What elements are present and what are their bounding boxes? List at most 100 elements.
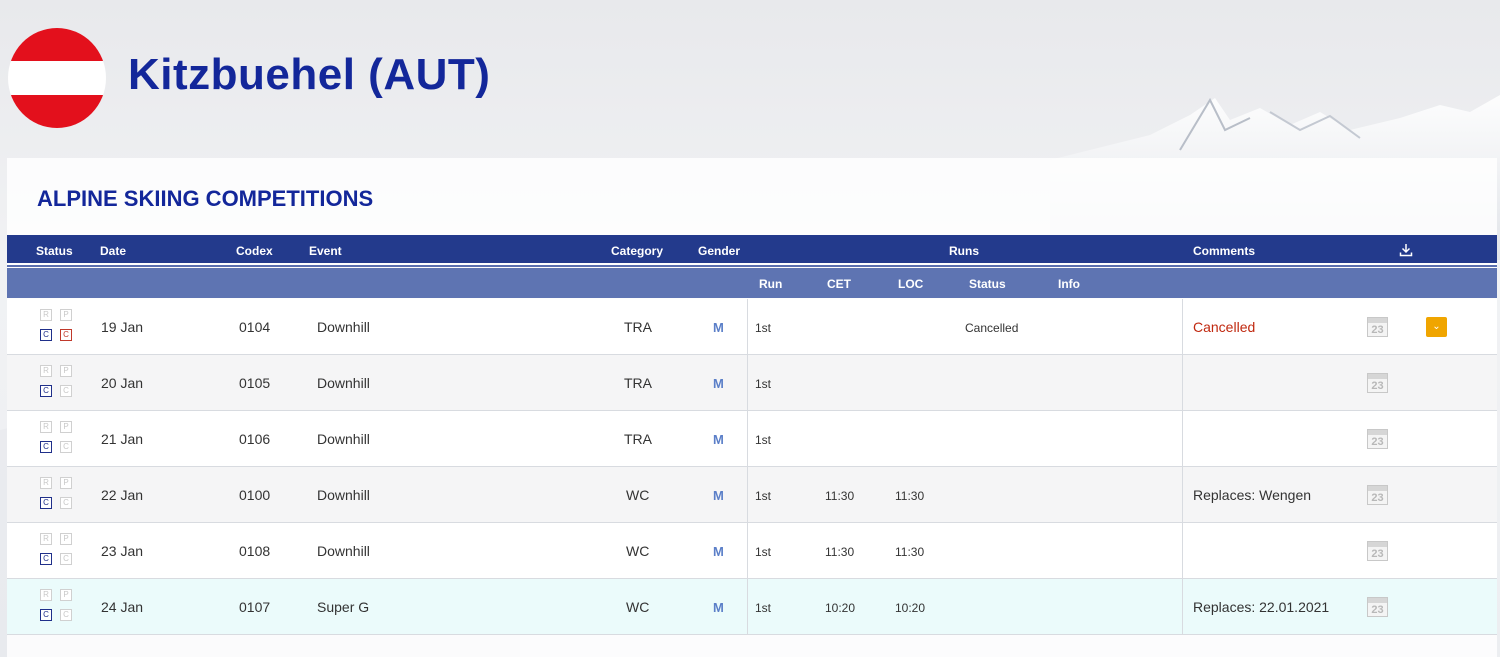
row-codex: 0106 [239, 431, 271, 447]
competition-list: R P C C 19 Jan 0104 Downhill TRA M 1st C… [7, 299, 1497, 635]
calendar-icon[interactable]: 23 [1367, 485, 1388, 505]
status-badge-p: P [60, 309, 72, 321]
header-comments: Comments [1193, 244, 1256, 258]
calendar-day: 23 [1371, 324, 1384, 336]
table-row[interactable]: R P C C 21 Jan 0106 Downhill TRA M 1st 2… [7, 411, 1497, 467]
status-badge-p: P [60, 589, 72, 601]
calendar-icon[interactable]: 23 [1367, 317, 1388, 337]
calendar-icon[interactable]: 23 [1367, 597, 1388, 617]
row-gender: M [713, 320, 724, 335]
status-badge-cancelled: C [60, 609, 72, 621]
status-badge-cancelled: C [60, 497, 72, 509]
chevron-down-icon[interactable]: ⌄ [1426, 317, 1447, 337]
table-row[interactable]: R P C C 22 Jan 0100 Downhill WC M 1st 11… [7, 467, 1497, 523]
status-badge-p: P [60, 421, 72, 433]
row-codex: 0105 [239, 375, 271, 391]
calendar-icon[interactable]: 23 [1367, 541, 1388, 561]
subheader-run: Run [759, 277, 783, 291]
status-badge-r: R [40, 365, 52, 377]
row-run: 1st [755, 433, 772, 447]
row-event[interactable]: Downhill [317, 375, 370, 391]
column-divider [1182, 355, 1183, 411]
status-badge-c: C [40, 329, 52, 341]
status-badge-cancelled: C [60, 329, 72, 341]
row-date: 19 Jan [101, 319, 144, 335]
subheader-cet: CET [827, 277, 851, 291]
row-run: 1st [755, 601, 772, 615]
row-date: 24 Jan [101, 599, 144, 615]
status-badge-cancelled: C [60, 553, 72, 565]
calendar-icon[interactable]: 23 [1367, 429, 1388, 449]
row-codex: 0104 [239, 319, 271, 335]
table-row[interactable]: R P C C 23 Jan 0108 Downhill WC M 1st 11… [7, 523, 1497, 579]
header-category[interactable]: Category [611, 244, 663, 258]
status-badge-c: C [40, 553, 52, 565]
table-row[interactable]: R P C C 24 Jan 0107 Super G WC M 1st 10:… [7, 579, 1497, 635]
column-divider [747, 467, 748, 523]
table-subheader: Run CET LOC Status Info [7, 268, 1497, 298]
status-badge-c: C [40, 441, 52, 453]
row-date: 22 Jan [101, 487, 144, 503]
row-event[interactable]: Downhill [317, 487, 370, 503]
status-badge-p: P [60, 477, 72, 489]
table-row[interactable]: R P C C 19 Jan 0104 Downhill TRA M 1st C… [7, 299, 1497, 355]
row-gender: M [713, 432, 724, 447]
column-divider [747, 299, 748, 355]
row-run-status: Cancelled [965, 321, 1019, 335]
section-title: ALPINE SKIING COMPETITIONS [37, 186, 374, 211]
page-header: Kitzbuehel (AUT) [0, 0, 1500, 158]
page-title: Kitzbuehel (AUT) [128, 50, 491, 99]
header-runs: Runs [949, 244, 979, 258]
row-comment: Replaces: Wengen [1193, 487, 1312, 503]
status-badge-r: R [40, 421, 52, 433]
column-divider [747, 523, 748, 579]
row-date: 20 Jan [101, 375, 144, 391]
row-loc: 10:20 [895, 601, 926, 615]
row-loc: 11:30 [895, 489, 925, 503]
row-comment: Replaces: 22.01.2021 [1193, 599, 1330, 615]
download-icon[interactable] [1399, 243, 1413, 257]
column-divider [1182, 299, 1183, 355]
column-divider [747, 411, 748, 467]
calendar-day: 23 [1371, 380, 1384, 392]
status-badge-c: C [40, 385, 52, 397]
row-category: TRA [624, 431, 652, 447]
row-category: WC [626, 543, 650, 559]
competitions-panel: ALPINE SKIING COMPETITIONS Status Date C… [7, 158, 1497, 657]
row-category: WC [626, 487, 650, 503]
row-event[interactable]: Downhill [317, 431, 370, 447]
row-event[interactable]: Downhill [317, 543, 370, 559]
calendar-day: 23 [1371, 492, 1384, 504]
status-badge-cancelled: C [60, 385, 72, 397]
row-cet: 11:30 [825, 489, 855, 503]
austria-flag [8, 28, 106, 128]
row-codex: 0108 [239, 543, 271, 559]
row-category: TRA [624, 375, 652, 391]
row-event[interactable]: Downhill [317, 319, 370, 335]
header-event[interactable]: Event [309, 244, 342, 258]
row-gender: M [713, 544, 724, 559]
table-row[interactable]: R P C C 20 Jan 0105 Downhill TRA M 1st 2… [7, 355, 1497, 411]
row-gender: M [713, 488, 724, 503]
column-divider [747, 355, 748, 411]
row-category: WC [626, 599, 650, 615]
status-badge-r: R [40, 309, 52, 321]
subheader-status: Status [969, 277, 1006, 291]
column-divider [1182, 579, 1183, 635]
header-status[interactable]: Status [36, 244, 73, 258]
header-date[interactable]: Date [100, 244, 126, 258]
header-codex[interactable]: Codex [236, 244, 273, 258]
table-header: Status Date Codex Event Category Gender … [7, 235, 1497, 265]
calendar-icon[interactable]: 23 [1367, 373, 1388, 393]
status-badge-c: C [40, 497, 52, 509]
column-divider [1182, 467, 1183, 523]
row-date: 21 Jan [101, 431, 144, 447]
row-gender: M [713, 376, 724, 391]
row-comment: Cancelled [1193, 319, 1256, 335]
status-badge-r: R [40, 589, 52, 601]
row-event[interactable]: Super G [317, 599, 369, 615]
header-gender[interactable]: Gender [698, 244, 740, 258]
calendar-day: 23 [1371, 604, 1384, 616]
status-badge-c: C [40, 609, 52, 621]
status-badge-cancelled: C [60, 441, 72, 453]
